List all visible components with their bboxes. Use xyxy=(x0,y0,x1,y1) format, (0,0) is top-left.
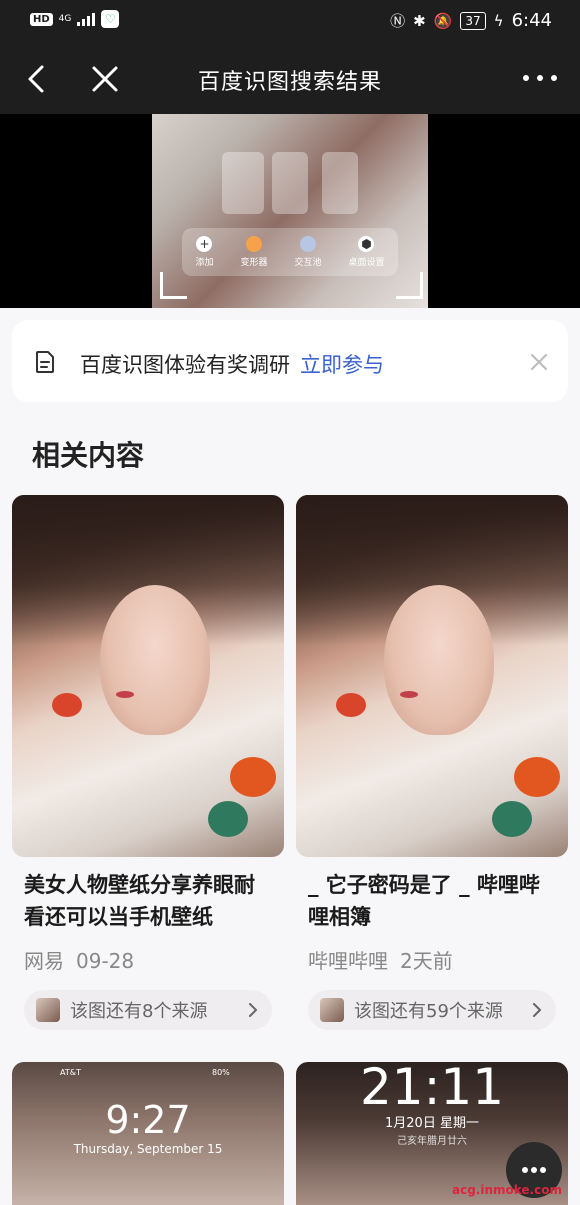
result-title[interactable]: _ 它子密码是了 _ 哔哩哔哩相簿 xyxy=(296,869,568,933)
result-card[interactable]: AT&T 80% 9:27 Thursday, September 15 xyxy=(12,1062,284,1205)
crop-corner-bottom-left[interactable] xyxy=(160,272,187,299)
result-card[interactable]: _ 它子密码是了 _ 哔哩哔哩相簿 哔哩哔哩 2天前 该图还有59个来源 xyxy=(296,495,568,1030)
bluetooth-icon: ✱ xyxy=(413,11,426,30)
battery-indicator: 37 xyxy=(460,11,486,30)
result-source: 网易 xyxy=(24,949,64,973)
document-icon xyxy=(36,351,54,373)
query-image[interactable]: + 添加 变形器 交互池 ⬢ 桌面设置 xyxy=(152,114,428,308)
cube-icon xyxy=(245,236,262,252)
more-dots-icon[interactable] xyxy=(522,68,558,88)
lockscreen-date: Thursday, September 15 xyxy=(73,1142,223,1156)
more-sources-button[interactable]: 该图还有8个来源 xyxy=(24,990,272,1030)
page-title: 百度识图搜索结果 xyxy=(197,70,382,95)
hexagon-icon xyxy=(299,236,316,252)
result-date: 2天前 xyxy=(400,949,453,973)
phone-carrier: AT&T xyxy=(60,1068,81,1077)
result-image[interactable] xyxy=(296,495,568,857)
section-title: 相关内容 xyxy=(32,439,145,472)
network-type: 4G xyxy=(58,13,72,24)
more-sources-button[interactable]: 该图还有59个来源 xyxy=(308,990,556,1030)
more-dots-icon xyxy=(522,1167,546,1173)
survey-text: 百度识图体验有奖调研 立即参与 xyxy=(80,353,384,377)
result-card[interactable]: 美女人物壁纸分享养眼耐看还可以当手机壁纸 网易 09-28 该图还有8个来源 xyxy=(12,495,284,1030)
charging-icon: ϟ xyxy=(493,11,504,30)
close-icon[interactable] xyxy=(530,353,548,371)
chevron-right-icon xyxy=(249,1003,257,1017)
app-notification-icon: ♡ xyxy=(101,10,120,28)
result-title[interactable]: 美女人物壁纸分享养眼耐看还可以当手机壁纸 xyxy=(12,869,284,933)
nfc-icon: Ⓝ xyxy=(390,12,406,30)
more-sources-label: 该图还有8个来源 xyxy=(70,1001,208,1022)
dock-item: ⬢ 桌面设置 xyxy=(348,236,385,268)
top-bar: 百度识图搜索结果 xyxy=(0,44,580,114)
result-image[interactable] xyxy=(12,495,284,857)
source-thumbnail xyxy=(36,998,60,1022)
result-source: 哔哩哔哩 xyxy=(308,949,388,973)
dock-item: 交互池 xyxy=(294,236,322,268)
result-meta: 网易 09-28 xyxy=(12,945,284,974)
mute-icon: 🔕 xyxy=(433,11,453,30)
crop-corner-bottom-right[interactable] xyxy=(396,272,423,299)
signal-icon xyxy=(77,12,96,26)
lockscreen-time: 21:11 xyxy=(359,1062,505,1116)
plus-icon: + xyxy=(196,236,213,252)
status-bar: HD 4G ♡ Ⓝ ✱ 🔕 37 ϟ 6:44 xyxy=(0,0,580,44)
chevron-right-icon xyxy=(533,1003,541,1017)
watermark-text: acg.inmoke.com xyxy=(452,1183,562,1197)
clock: 6:44 xyxy=(511,10,552,31)
result-date: 09-28 xyxy=(76,949,135,973)
dock-item: 变形器 xyxy=(240,236,268,268)
query-image-preview: + 添加 变形器 交互池 ⬢ 桌面设置 xyxy=(0,114,580,308)
hd-badge: HD xyxy=(30,12,53,26)
survey-join-link[interactable]: 立即参与 xyxy=(300,353,384,377)
dock-item: + 添加 xyxy=(195,236,214,268)
phone-battery: 80% xyxy=(212,1068,230,1077)
source-thumbnail xyxy=(320,998,344,1022)
survey-banner[interactable]: 百度识图体验有奖调研 立即参与 xyxy=(12,320,568,402)
settings-icon: ⬢ xyxy=(358,236,375,252)
preview-dock: + 添加 变形器 交互池 ⬢ 桌面设置 xyxy=(182,228,398,276)
lockscreen-date: 1月20日 星期一 xyxy=(385,1116,479,1131)
lockscreen-time: 9:27 xyxy=(105,1098,191,1142)
result-meta: 哔哩哔哩 2天前 xyxy=(296,945,568,974)
more-sources-label: 该图还有59个来源 xyxy=(354,1001,503,1022)
